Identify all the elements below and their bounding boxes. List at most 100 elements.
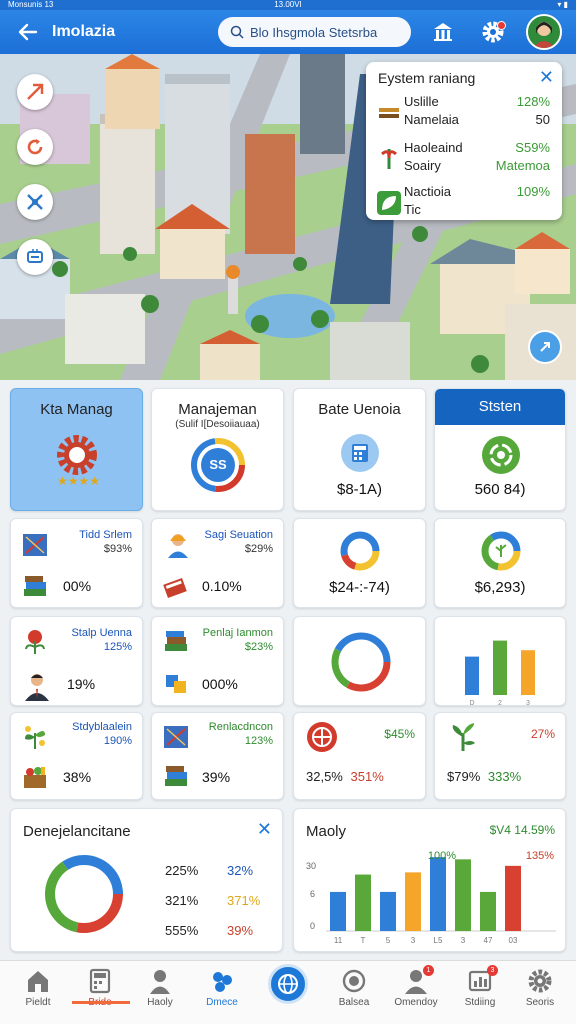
blueprint-icon bbox=[23, 534, 47, 556]
legend-value: 555% bbox=[165, 923, 199, 938]
globe-icon bbox=[278, 974, 298, 994]
donut-value: $6,293) bbox=[474, 579, 526, 596]
card-bate-uenoia[interactable]: Bate Uenoia $8-1A) bbox=[293, 388, 426, 511]
mini-card[interactable]: Tidd Srlem $93% 00% bbox=[10, 518, 143, 608]
stat-card[interactable]: $45% 32,5% 351% bbox=[293, 712, 426, 800]
mini-bar-card[interactable]: D 2 3 bbox=[434, 616, 566, 706]
chart-annotation: 135% bbox=[526, 850, 554, 862]
nav-label: Stdiing bbox=[464, 997, 496, 1008]
leaf-icon bbox=[377, 191, 401, 215]
system-row-value: 128% bbox=[516, 94, 550, 109]
x-tick-label: L5 bbox=[434, 936, 443, 945]
mini-bar bbox=[521, 650, 535, 695]
nav-item-haoly[interactable]: Haoly bbox=[128, 961, 192, 1024]
back-button[interactable] bbox=[8, 12, 48, 52]
stat-value: $79% bbox=[447, 769, 481, 784]
chart-annotation: 100% bbox=[428, 850, 456, 862]
stat-pct: 27% bbox=[530, 727, 555, 741]
card-manajeman[interactable]: Manajeman (Sulif I[Desoiiauaa) SS bbox=[151, 388, 284, 511]
stat-value: 32,5% bbox=[306, 769, 343, 784]
x-tick-label: T bbox=[361, 936, 366, 945]
nav-label: Omendoy bbox=[394, 997, 438, 1008]
mini-bar-tick: 2 bbox=[498, 700, 502, 706]
close-icon[interactable]: ✕ bbox=[257, 819, 272, 840]
system-row-subvalue: Matemoa bbox=[495, 158, 550, 173]
mini-bar bbox=[465, 656, 479, 695]
card-kta-manag[interactable]: Kta Manag ★★★★ bbox=[10, 388, 143, 511]
stat-value-red: 351% bbox=[350, 769, 384, 784]
card-title: Kta Manag bbox=[40, 401, 113, 418]
mini-card-pct: 123% bbox=[244, 735, 273, 747]
mini-card-pct: $23% bbox=[244, 641, 273, 653]
map-expand-button[interactable] bbox=[528, 330, 562, 364]
distribution-panel[interactable]: Denejelancitane ✕ 225% 32% 321% 371% 555… bbox=[10, 808, 283, 952]
maoly-panel[interactable]: Maoly $V4 14.59% 30 6 0 11 T 5 3 L5 3 47 03 100% 135… bbox=[293, 808, 566, 952]
nav-item-seoris[interactable]: Seoris bbox=[508, 961, 572, 1024]
close-icon[interactable]: ✕ bbox=[539, 67, 554, 88]
blueprint-icon bbox=[164, 726, 188, 748]
nav-item-balsea[interactable]: Balsea bbox=[322, 961, 386, 1024]
legend-value: 321% bbox=[165, 893, 199, 908]
nav-label: Balsea bbox=[338, 997, 370, 1008]
x-tick-label: 3 bbox=[411, 936, 416, 945]
donut-card[interactable]: $6,293) bbox=[434, 518, 566, 608]
mini-card-value: 38% bbox=[63, 769, 92, 785]
card-subtitle: (Sulif I[Desoiiauaa) bbox=[175, 419, 260, 430]
stat-values: 32,5% 351% bbox=[306, 769, 384, 784]
mini-card-label: Stdyblaalein bbox=[72, 721, 132, 733]
cog-badge-icon: ★★★★ bbox=[57, 435, 100, 488]
flower-icon bbox=[25, 630, 45, 654]
nav-item-pieldt[interactable]: Pieldt bbox=[6, 961, 70, 1024]
y-tick-label: 30 bbox=[306, 861, 316, 871]
donut-chart-leaf bbox=[481, 531, 521, 571]
system-row-value: 109% bbox=[516, 184, 550, 199]
puzzle-icon bbox=[166, 675, 186, 693]
nav-item-bride[interactable]: Bride bbox=[68, 961, 132, 1024]
x-tick-label: 47 bbox=[484, 936, 493, 945]
nav-item-stdiing[interactable]: 3 Stdiing bbox=[448, 961, 512, 1024]
legend-row: 555% 39% bbox=[165, 923, 253, 938]
mini-card[interactable]: Stalp Uenna 125% 19% bbox=[10, 616, 143, 706]
stat-values: $79% 333% bbox=[447, 769, 521, 784]
stat-card[interactable]: 27% $79% 333% bbox=[434, 712, 566, 800]
sprout-icon bbox=[452, 723, 475, 751]
ring-card[interactable] bbox=[293, 616, 426, 706]
app-title: Imolazia bbox=[52, 23, 116, 40]
map-tool-refresh[interactable] bbox=[17, 129, 53, 165]
mini-card[interactable]: Sagi Seuation $29% 0.10% bbox=[151, 518, 284, 608]
mini-card-pct: 190% bbox=[103, 735, 132, 747]
notification-badge: 3 bbox=[487, 965, 498, 976]
city-hall-button[interactable] bbox=[428, 17, 458, 47]
mini-card[interactable]: Renlacdncon 123% 39% bbox=[151, 712, 284, 800]
search-bar[interactable]: Blo Ihsgmola Stetsrba bbox=[218, 17, 411, 47]
globe-badge-icon bbox=[342, 969, 366, 993]
mini-card-pct: $29% bbox=[244, 543, 273, 555]
map-tool-satellite[interactable] bbox=[17, 184, 53, 220]
search-input[interactable]: Blo Ihsgmola Stetsrba bbox=[250, 25, 377, 40]
card-ststen[interactable]: Ststen 560 84) bbox=[434, 388, 566, 511]
calculator-icon bbox=[89, 968, 111, 994]
chart-bar bbox=[405, 872, 421, 931]
legend-row: 225% 32% bbox=[165, 863, 253, 878]
system-row: Uslille Namelaia 128% 50 bbox=[374, 94, 554, 134]
donut-chart bbox=[340, 531, 380, 571]
mini-card[interactable]: Stdyblaalein 190% 38% bbox=[10, 712, 143, 800]
mini-card-pct: $93% bbox=[103, 543, 132, 555]
nav-center-button[interactable] bbox=[268, 964, 308, 1004]
home-icon bbox=[28, 971, 48, 992]
mini-card-label: Renlacdncon bbox=[208, 721, 273, 733]
city-map[interactable]: Eystem raniang ✕ Uslille Namelaia 128% 5… bbox=[0, 54, 576, 380]
avatar[interactable] bbox=[526, 14, 562, 50]
mini-card-label: Sagi Seuation bbox=[204, 529, 274, 541]
settings-button[interactable] bbox=[478, 17, 508, 47]
distribution-title: Denejelancitane bbox=[23, 823, 131, 840]
card-value: $8-1A) bbox=[336, 481, 383, 498]
book-icon bbox=[163, 578, 187, 598]
nav-item-dmece[interactable]: Dmece bbox=[190, 961, 254, 1024]
map-tool-route[interactable] bbox=[17, 74, 53, 110]
donut-card[interactable]: $24-:-74) bbox=[293, 518, 426, 608]
nav-item-omendoy[interactable]: 1 Omendoy bbox=[384, 961, 448, 1024]
refresh-icon bbox=[27, 139, 43, 155]
mini-card[interactable]: Penlaj Ianmon $23% 000% bbox=[151, 616, 284, 706]
map-tool-transit[interactable] bbox=[17, 239, 53, 275]
